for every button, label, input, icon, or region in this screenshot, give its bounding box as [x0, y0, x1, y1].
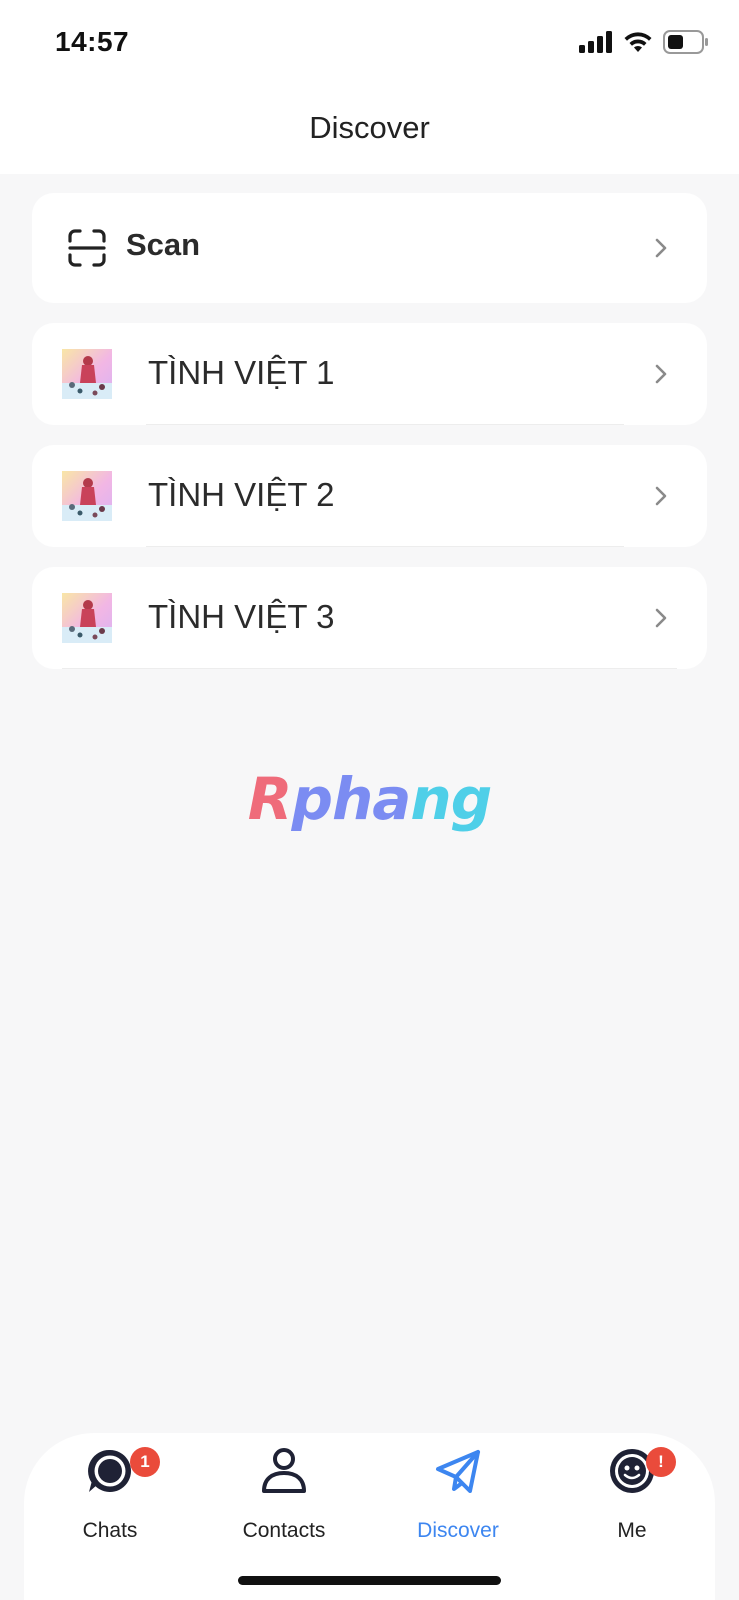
chevron-right-icon — [655, 238, 667, 258]
watermark-part: ng — [410, 765, 492, 833]
row-divider — [146, 546, 624, 547]
tab-label: Contacts — [242, 1519, 326, 1542]
chevron-right-icon — [655, 364, 667, 384]
tab-chats[interactable]: 1 Chats — [30, 1447, 190, 1557]
tab-contacts[interactable]: Contacts — [204, 1447, 364, 1557]
tab-label: Chats — [82, 1519, 138, 1542]
list-item-label: TÌNH VIỆT 3 — [148, 598, 335, 635]
list-item-label: TÌNH VIỆT 2 — [148, 476, 335, 513]
paper-plane-icon — [436, 1450, 480, 1493]
app-thumbnail — [62, 349, 112, 399]
tab-me[interactable]: ! Me — [552, 1447, 712, 1557]
tab-discover[interactable]: Discover — [378, 1447, 538, 1557]
status-time: 14:57 — [55, 26, 130, 57]
battery-icon — [663, 30, 708, 54]
tab-bar: 1 Chats Contacts Discover ! Me — [24, 1433, 715, 1600]
wifi-icon — [624, 32, 652, 52]
app-thumbnail — [62, 471, 112, 521]
chat-bubble-icon — [88, 1449, 131, 1492]
list-item[interactable]: TÌNH VIỆT 2 — [32, 445, 707, 547]
unread-badge: 1 — [130, 1447, 160, 1477]
scan-icon — [68, 229, 106, 267]
scan-label: Scan — [126, 227, 201, 262]
tab-label: Discover — [417, 1519, 499, 1542]
alert-badge: ! — [646, 1447, 676, 1477]
watermark-part: pha — [291, 765, 411, 833]
watermark-part: R — [247, 765, 293, 833]
tab-label: Me — [617, 1519, 647, 1542]
home-indicator — [238, 1576, 501, 1585]
status-bar: 14:57 — [0, 0, 739, 90]
list-item-label: TÌNH VIỆT 1 — [148, 354, 335, 391]
chevron-right-icon — [655, 486, 667, 506]
page-title: Discover — [309, 110, 430, 145]
app-thumbnail — [62, 593, 112, 643]
discover-screen: 14:57 Discover Scan TÌNH VIỆT 1 TÌNH VIỆ… — [0, 0, 739, 1600]
list-item[interactable]: TÌNH VIỆT 3 — [32, 567, 707, 669]
row-divider — [62, 668, 677, 669]
signal-icon — [579, 31, 612, 53]
list-item[interactable]: TÌNH VIỆT 1 — [32, 323, 707, 425]
chevron-right-icon — [655, 608, 667, 628]
status-icons — [579, 30, 709, 54]
row-divider — [146, 424, 624, 425]
person-icon — [262, 1448, 306, 1493]
navigation-header: Discover — [0, 90, 739, 174]
scan-row[interactable]: Scan — [32, 193, 707, 303]
watermark-logo: Rphang — [0, 765, 739, 833]
